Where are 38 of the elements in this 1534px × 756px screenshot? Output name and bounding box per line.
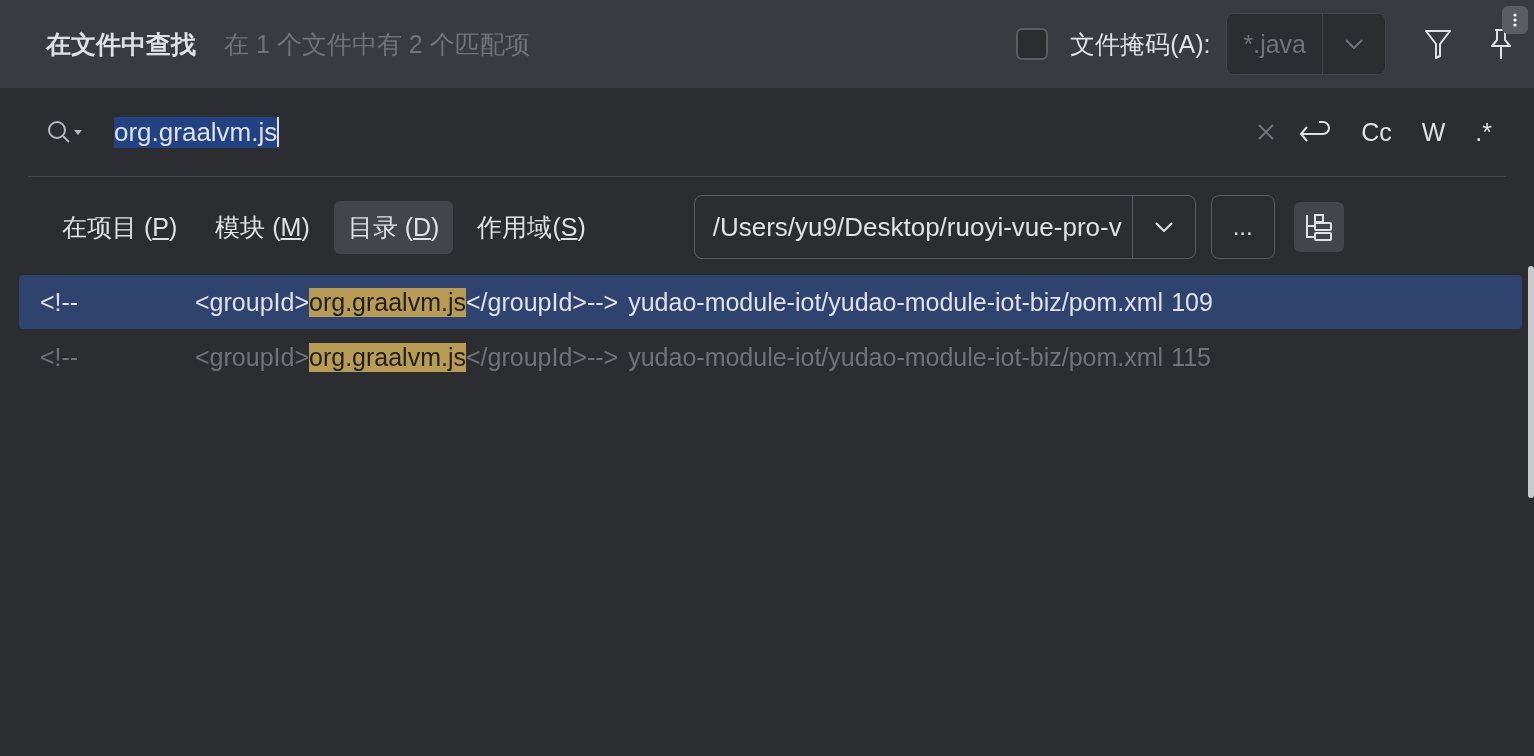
code-text: <groupId> bbox=[195, 342, 309, 372]
filter-icon[interactable] bbox=[1424, 29, 1452, 59]
search-icon[interactable] bbox=[46, 119, 84, 145]
match-highlight: org.graalvm.js bbox=[309, 342, 466, 372]
code-text: </groupId>--> bbox=[466, 342, 619, 372]
scope-tab[interactable]: 目录 (D) bbox=[333, 200, 454, 254]
match-highlight: org.graalvm.js bbox=[309, 287, 466, 317]
code-text: </groupId>--> bbox=[466, 287, 619, 317]
scope-tab[interactable]: 作用域(S) bbox=[463, 200, 600, 254]
line-number: 115 bbox=[1171, 342, 1211, 372]
line-number: 109 bbox=[1171, 287, 1213, 317]
result-row[interactable]: <!-- <groupId>org.graalvm.js</groupId>--> yudao-module-iot/yudao-module-iot-biz/pom.xml 115 bbox=[19, 330, 1522, 384]
scope-tab[interactable]: 模块 (M) bbox=[201, 200, 324, 254]
code-text: <!-- bbox=[40, 287, 80, 317]
hierarchy-icon bbox=[1303, 212, 1334, 242]
pin-icon[interactable] bbox=[1488, 28, 1514, 60]
directory-combo[interactable]: /Users/yu9/Desktop/ruoyi-vue-pro-v bbox=[693, 195, 1196, 259]
more-button[interactable] bbox=[1502, 6, 1528, 34]
file-mask-label: 文件掩码(A): bbox=[1070, 28, 1211, 60]
search-option-toggle[interactable]: .* bbox=[1475, 117, 1492, 147]
file-mask-value: *.java bbox=[1242, 28, 1307, 60]
checkbox[interactable] bbox=[1016, 28, 1049, 60]
file-path: yudao-module-iot/yudao-module-iot-biz/pom.xml bbox=[628, 342, 1164, 372]
scope-tab[interactable]: 在项目 (P) bbox=[48, 200, 192, 254]
more-icon bbox=[1513, 13, 1517, 27]
search-option-toggle[interactable]: W bbox=[1421, 117, 1446, 147]
match-summary: 在 1 个文件中有 2 个匹配项 bbox=[224, 28, 530, 60]
code-text: <!-- bbox=[40, 342, 80, 372]
panel-title: 在文件中查找 bbox=[46, 28, 196, 60]
code-text: <groupId> bbox=[195, 287, 309, 317]
result-row[interactable]: <!-- <groupId>org.graalvm.js</groupId>--> yudao-module-iot/yudao-module-iot-biz/pom.xml 109 bbox=[19, 275, 1522, 329]
file-path: yudao-module-iot/yudao-module-iot-biz/pom.xml bbox=[628, 287, 1164, 317]
module-tree-button[interactable] bbox=[1293, 202, 1344, 252]
directory-path: /Users/yu9/Desktop/ruoyi-vue-pro-v bbox=[711, 210, 1123, 244]
search-option-toggle[interactable]: Cc bbox=[1361, 117, 1392, 147]
search-field[interactable]: org.graalvm.js bbox=[114, 116, 280, 148]
close-icon[interactable] bbox=[1257, 123, 1276, 141]
browse-button[interactable]: ... bbox=[1210, 195, 1275, 259]
